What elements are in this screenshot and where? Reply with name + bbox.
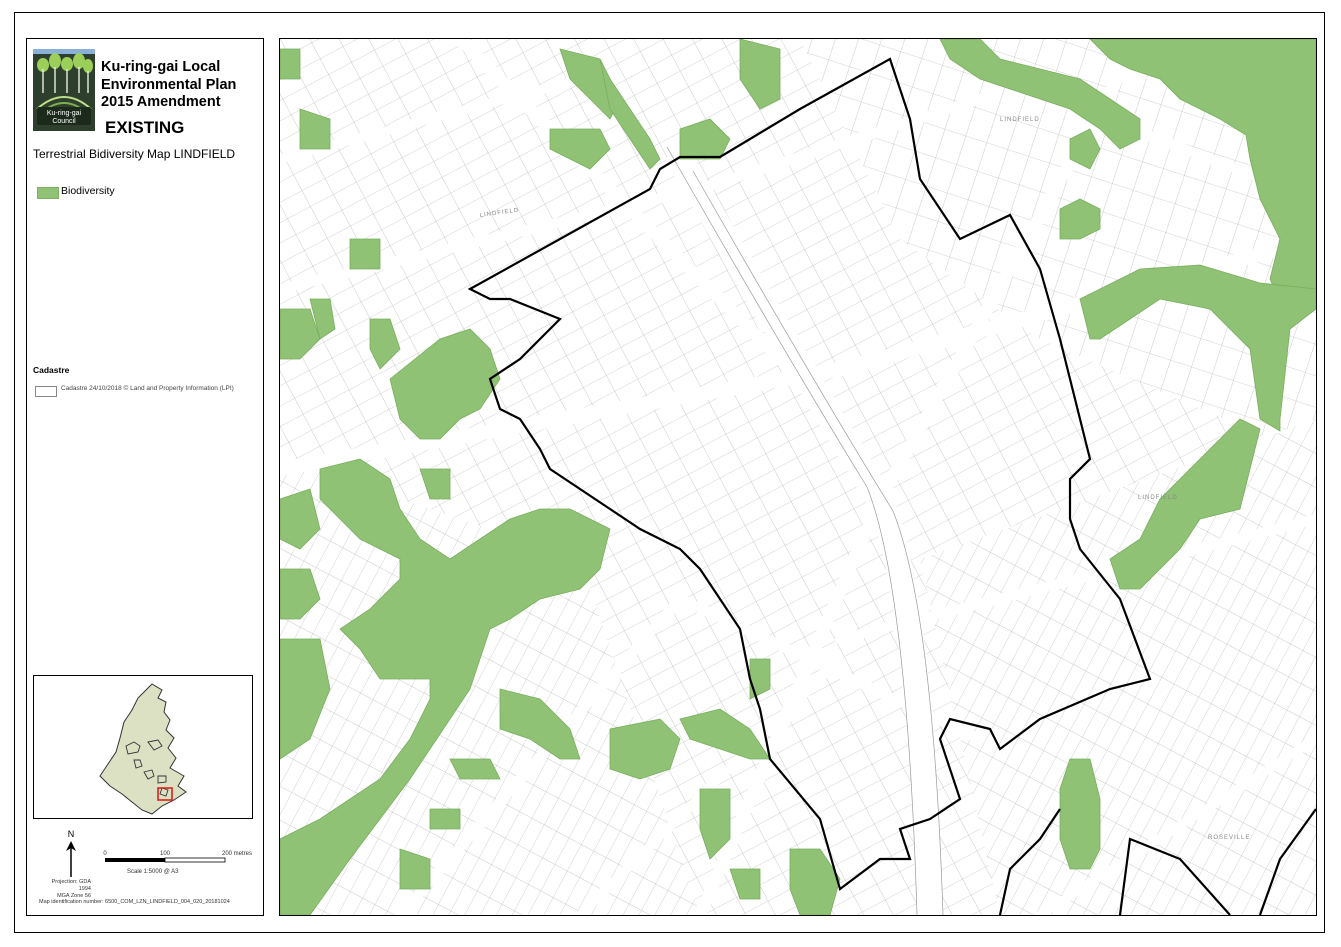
inset-lga-shape	[99, 683, 187, 815]
north-label: N	[68, 829, 75, 839]
plan-title-line2: Environmental Plan	[101, 76, 237, 93]
cadastre-heading: Cadastre	[33, 365, 70, 375]
plan-title: Ku-ring-gai Local Environmental Plan 201…	[101, 59, 236, 112]
cadastre-label: Cadastre 24/10/2018 © Land and Property …	[61, 385, 234, 392]
street-label-4: ROSEVILLE	[1208, 835, 1250, 841]
council-logo-text: Ku-ring-gai	[47, 110, 82, 117]
scale-tick-0: 0	[103, 851, 107, 857]
plan-title-line3: 2015 Amendment	[101, 94, 221, 110]
map-name: Terrestrial Bidiversity Map LINDFIELD	[33, 147, 236, 161]
biodiversity-swatch	[37, 187, 59, 199]
projection-note: Projection: GDA 1994 MGA Zone 56	[41, 879, 91, 900]
street-label-2: LINDFIELD	[1000, 117, 1040, 123]
north-arrow-icon: N	[66, 829, 76, 877]
plan-status: EXISTING	[105, 118, 185, 137]
street-label-3: LINDFIELD	[1138, 495, 1178, 501]
council-logo: Ku-ring-gai Council	[33, 49, 95, 131]
cadastre-swatch	[35, 386, 57, 397]
main-map-frame: LINDFIELD LINDFIELD LINDFIELD ROSEVILLE	[279, 38, 1317, 916]
locality-inset-map	[33, 675, 253, 819]
plan-title-line1: Ku-ring-gai Local	[101, 59, 221, 75]
projection-line1: Projection: GDA 1994	[51, 879, 91, 892]
biodiversity-label: Biodiversity	[61, 185, 115, 197]
legend-panel: Ku-ring-gai Council Ku-ring-gai Local En…	[26, 38, 264, 916]
scale-text: Scale 1:5000 @ A3	[127, 869, 179, 875]
scale-tick-100: 100	[160, 851, 171, 857]
main-map-canvas: LINDFIELD LINDFIELD LINDFIELD ROSEVILLE	[280, 39, 1316, 915]
scale-tick-200: 200 metres	[222, 851, 252, 857]
svg-text:Council: Council	[52, 118, 76, 125]
map-identification: Map identification number: 6500_COM_LZN_…	[39, 899, 230, 905]
